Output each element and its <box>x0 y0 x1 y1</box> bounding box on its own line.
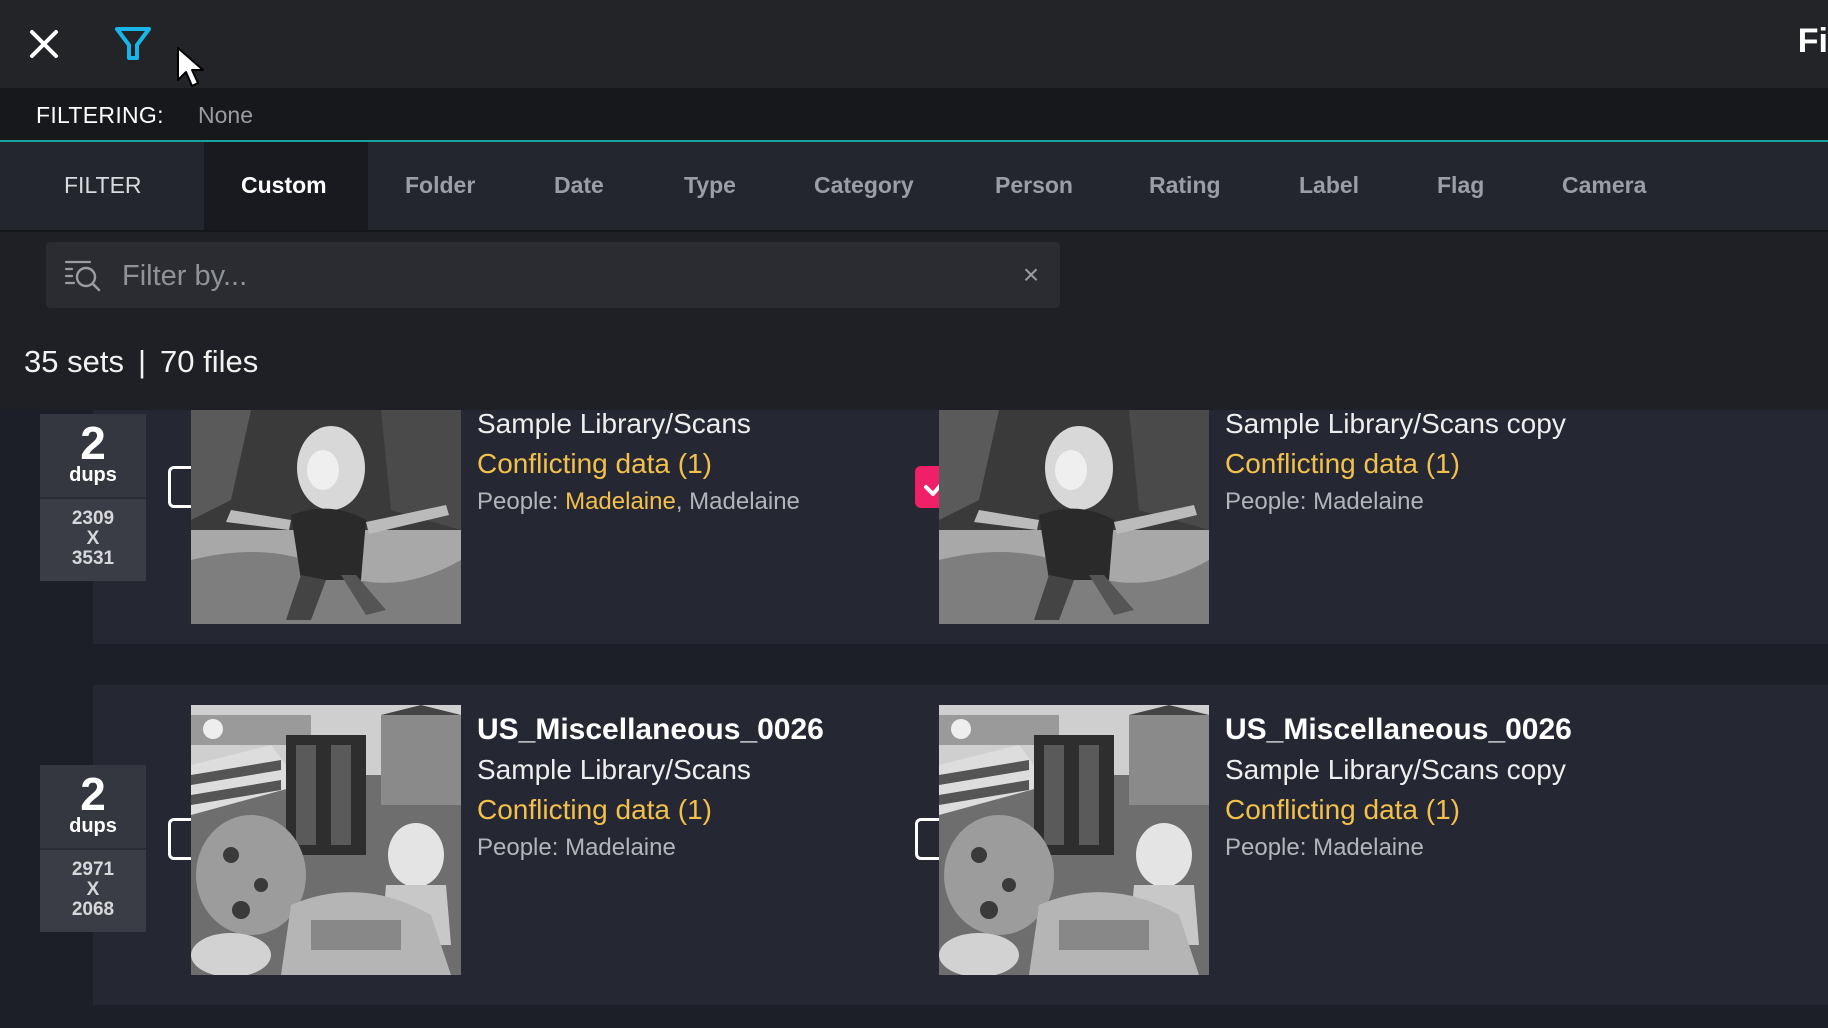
tab-flag[interactable]: Flag <box>1437 172 1484 199</box>
funnel-icon <box>115 27 151 60</box>
tab-rating[interactable]: Rating <box>1149 172 1221 199</box>
search-section: × 35 sets | 70 files <box>0 232 1828 410</box>
conflict-status[interactable]: Conflicting data (1) <box>1225 790 1785 830</box>
file-path: Sample Library/Scans copy <box>1225 754 1566 785</box>
dims-width: 2971 <box>71 859 115 880</box>
tab-type[interactable]: Type <box>684 172 736 199</box>
dims-x: X <box>86 879 100 900</box>
people-highlight[interactable]: Madelaine <box>565 488 676 515</box>
people-rest: Madelaine <box>1313 834 1424 861</box>
summary-separator: | <box>137 344 147 379</box>
conflict-status[interactable]: Conflicting data (1) <box>1225 444 1785 484</box>
files-count: 70 files <box>160 344 259 379</box>
top-bar: Fi <box>0 0 1828 88</box>
dups-label: dups <box>40 464 146 499</box>
close-button[interactable] <box>26 26 62 62</box>
dims-x: X <box>86 528 100 549</box>
image-dimensions: 2309 X 3531 <box>40 499 146 581</box>
tab-camera[interactable]: Camera <box>1562 172 1646 199</box>
photo-thumbnail[interactable] <box>939 410 1209 624</box>
people-prefix: People: <box>477 488 566 515</box>
results-summary: 35 sets | 70 files <box>24 344 258 380</box>
dims-height: 2068 <box>71 899 115 920</box>
close-icon <box>30 30 58 58</box>
clear-search-icon[interactable]: × <box>1016 260 1046 290</box>
search-box: × <box>46 242 1060 308</box>
file-info: Sample Library/Scans copy Conflicting da… <box>1225 410 1785 520</box>
people-rest: , Madelaine <box>675 488 800 515</box>
filtering-value: None <box>198 102 253 128</box>
filter-tab-bar: FILTER Custom Folder Date Type Category … <box>0 142 1828 232</box>
sets-count: 35 sets <box>24 344 124 379</box>
photo-thumbnail[interactable] <box>191 410 461 624</box>
window-title-fragment: Fi <box>1797 22 1828 60</box>
dims-height: 3531 <box>71 548 115 569</box>
filtering-label: FILTERING: <box>36 102 164 128</box>
tab-person[interactable]: Person <box>995 172 1073 199</box>
people-rest: Madelaine <box>565 834 676 861</box>
people-prefix: People: <box>1225 834 1314 861</box>
photo-thumbnail[interactable] <box>939 705 1209 975</box>
filter-toggle-button[interactable] <box>113 24 153 64</box>
filter-search-icon <box>64 260 101 292</box>
dims-width: 2309 <box>71 508 115 529</box>
tab-custom[interactable]: Custom <box>241 172 327 199</box>
file-info: US_Miscellaneous_0026 Sample Library/Sca… <box>1225 710 1785 866</box>
tab-folder[interactable]: Folder <box>405 172 475 199</box>
tab-category[interactable]: Category <box>814 172 914 199</box>
file-path: Sample Library/Scans copy <box>1225 410 1566 439</box>
filter-search-input[interactable] <box>120 252 1004 300</box>
image-dimensions: 2971 X 2068 <box>40 850 146 932</box>
tab-date[interactable]: Date <box>554 172 604 199</box>
filter-section-label: FILTER <box>64 172 142 198</box>
people-rest: Madelaine <box>1313 488 1424 515</box>
dups-count: 2 <box>80 768 106 820</box>
tab-label[interactable]: Label <box>1299 172 1359 199</box>
photo-thumbnail[interactable] <box>191 705 461 975</box>
people-prefix: People: <box>1225 488 1314 515</box>
filtering-status-bar: FILTERING: None <box>0 88 1828 142</box>
dups-count: 2 <box>80 417 106 469</box>
file-name: US_Miscellaneous_0026 <box>1225 713 1572 746</box>
duplicate-results-list: 2 dups 2309 X 3531 Sample Library/Scans … <box>0 410 1828 1028</box>
dups-label: dups <box>40 815 146 850</box>
people-prefix: People: <box>477 834 566 861</box>
people-tags: People: Madelaine <box>1225 830 1785 866</box>
dups-badge: 2 dups 2309 X 3531 <box>40 414 146 581</box>
people-tags: People: Madelaine <box>1225 484 1785 520</box>
mouse-cursor-icon <box>176 46 206 90</box>
dups-badge: 2 dups 2971 X 2068 <box>40 765 146 932</box>
